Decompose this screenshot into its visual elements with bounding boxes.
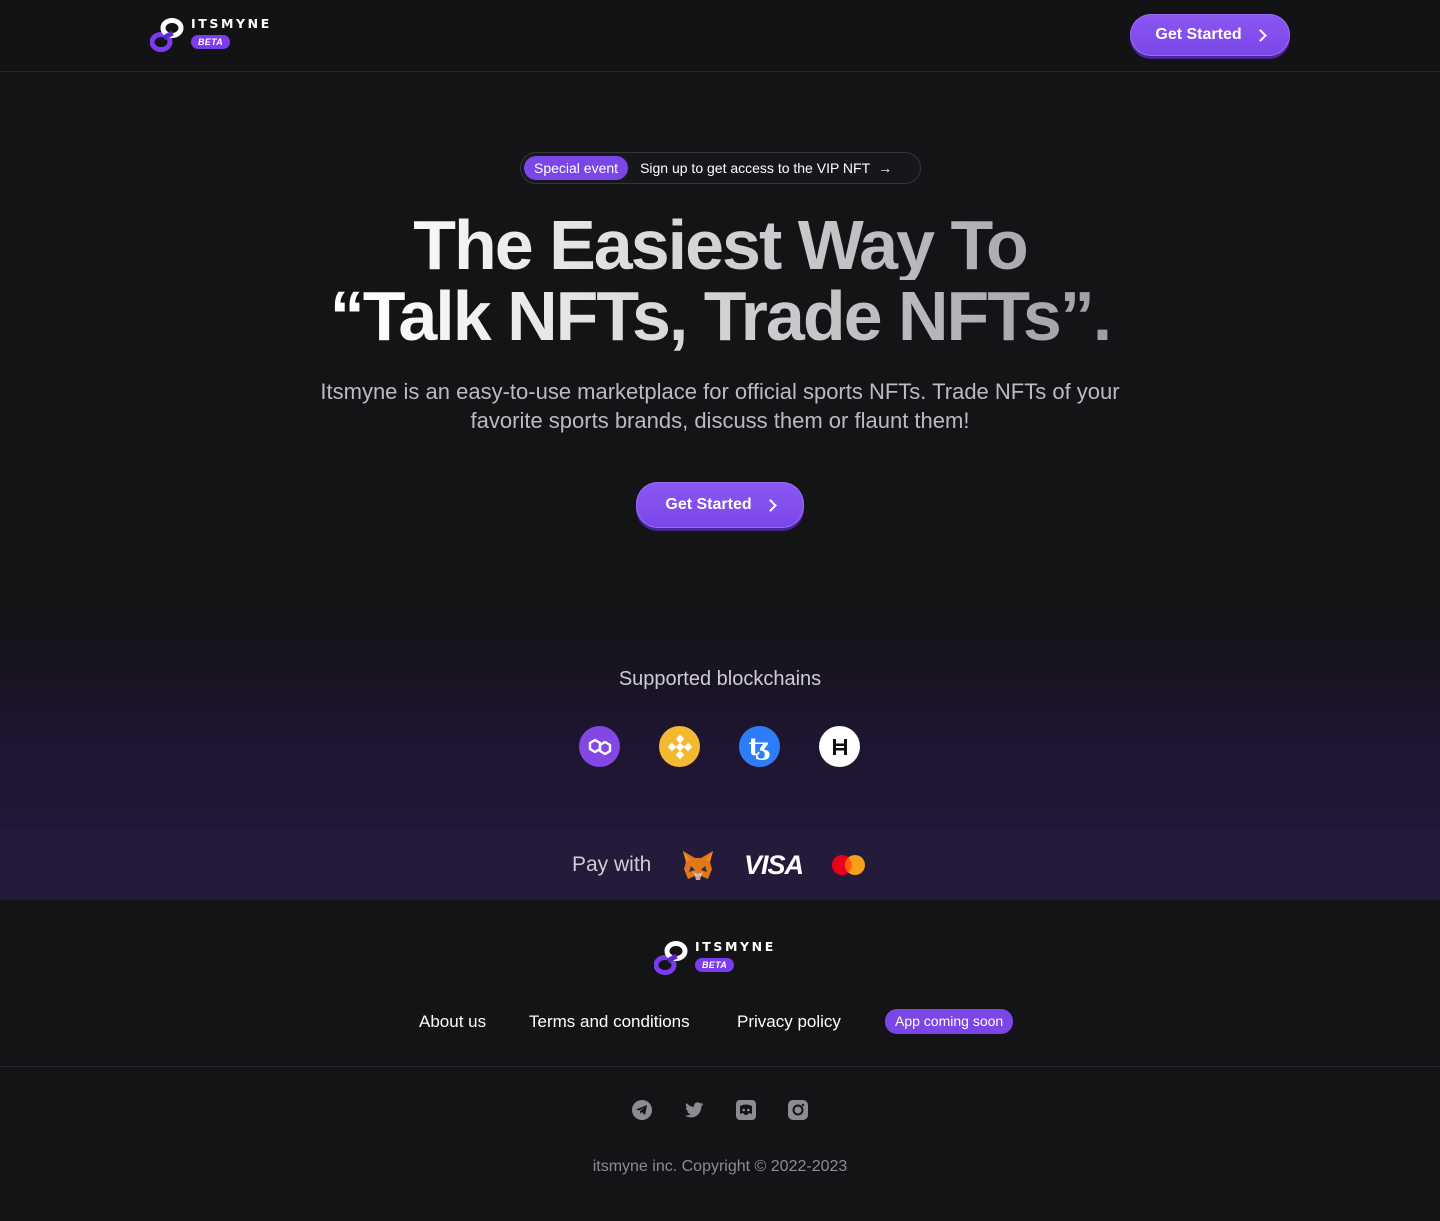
header-get-started-button[interactable]: Get Started — [1130, 14, 1290, 56]
telegram-icon[interactable] — [631, 1099, 653, 1121]
hero-get-started-button[interactable]: Get Started — [636, 482, 804, 528]
beta-badge: BETA — [191, 35, 231, 49]
brand-wordmark: ITSMYNE — [191, 16, 272, 31]
hero-get-started-label: Get Started — [665, 496, 752, 513]
pay-with-label: Pay with — [572, 853, 652, 876]
twitter-icon[interactable] — [683, 1099, 705, 1121]
footer-logo[interactable]: ITSMYNE BETA — [653, 939, 776, 976]
hero-headline-line1: The Easiest Way To — [0, 210, 1440, 280]
metamask-icon — [681, 848, 715, 882]
hero-section — [0, 72, 1440, 830]
chevron-right-icon — [763, 498, 777, 512]
visa-logo: VISA — [744, 850, 804, 880]
itsmyne-logo-icon — [149, 17, 184, 53]
instagram-icon[interactable] — [787, 1099, 809, 1121]
hedera-icon — [819, 726, 860, 767]
hero-subtext: Itsmyne is an easy-to-use marketplace fo… — [320, 379, 1120, 433]
footer-divider — [0, 1066, 1440, 1067]
polygon-icon — [579, 726, 620, 767]
binance-icon — [659, 726, 700, 767]
copyright-text: itsmyne inc. Copyright © 2022-2023 — [592, 1158, 848, 1175]
mastercard-icon — [831, 854, 867, 876]
header-get-started-label: Get Started — [1155, 26, 1242, 43]
terms-link[interactable]: Terms and conditions — [529, 1012, 690, 1032]
chevron-right-icon — [1253, 28, 1267, 42]
special-event-banner[interactable]: Special event Sign up to get access to t… — [520, 152, 921, 184]
arrow-right-icon: → — [878, 160, 893, 176]
itsmyne-logo-icon — [653, 940, 688, 976]
special-event-tag: Special event — [524, 156, 629, 180]
payment-methods-strip — [0, 830, 1440, 900]
footer-links: About us Terms and conditions Privacy po… — [0, 1010, 1440, 1036]
hero-headline-line2: “Talk NFTs, Trade NFTs”. — [0, 281, 1440, 351]
discord-icon[interactable] — [735, 1099, 757, 1121]
footer-beta-badge: BETA — [695, 958, 735, 972]
footer-brand-wordmark: ITSMYNE — [695, 939, 776, 954]
special-event-text: Sign up to get access to the VIP NFT — [640, 160, 871, 176]
about-us-link[interactable]: About us — [419, 1012, 486, 1032]
tezos-icon: ꜩ — [739, 726, 780, 767]
app-coming-soon-badge: App coming soon — [885, 1009, 1014, 1034]
privacy-policy-link[interactable]: Privacy policy — [737, 1012, 841, 1032]
blockchains-title: Supported blockchains — [618, 668, 822, 690]
header-logo[interactable]: ITSMYNE BETA — [149, 16, 272, 53]
